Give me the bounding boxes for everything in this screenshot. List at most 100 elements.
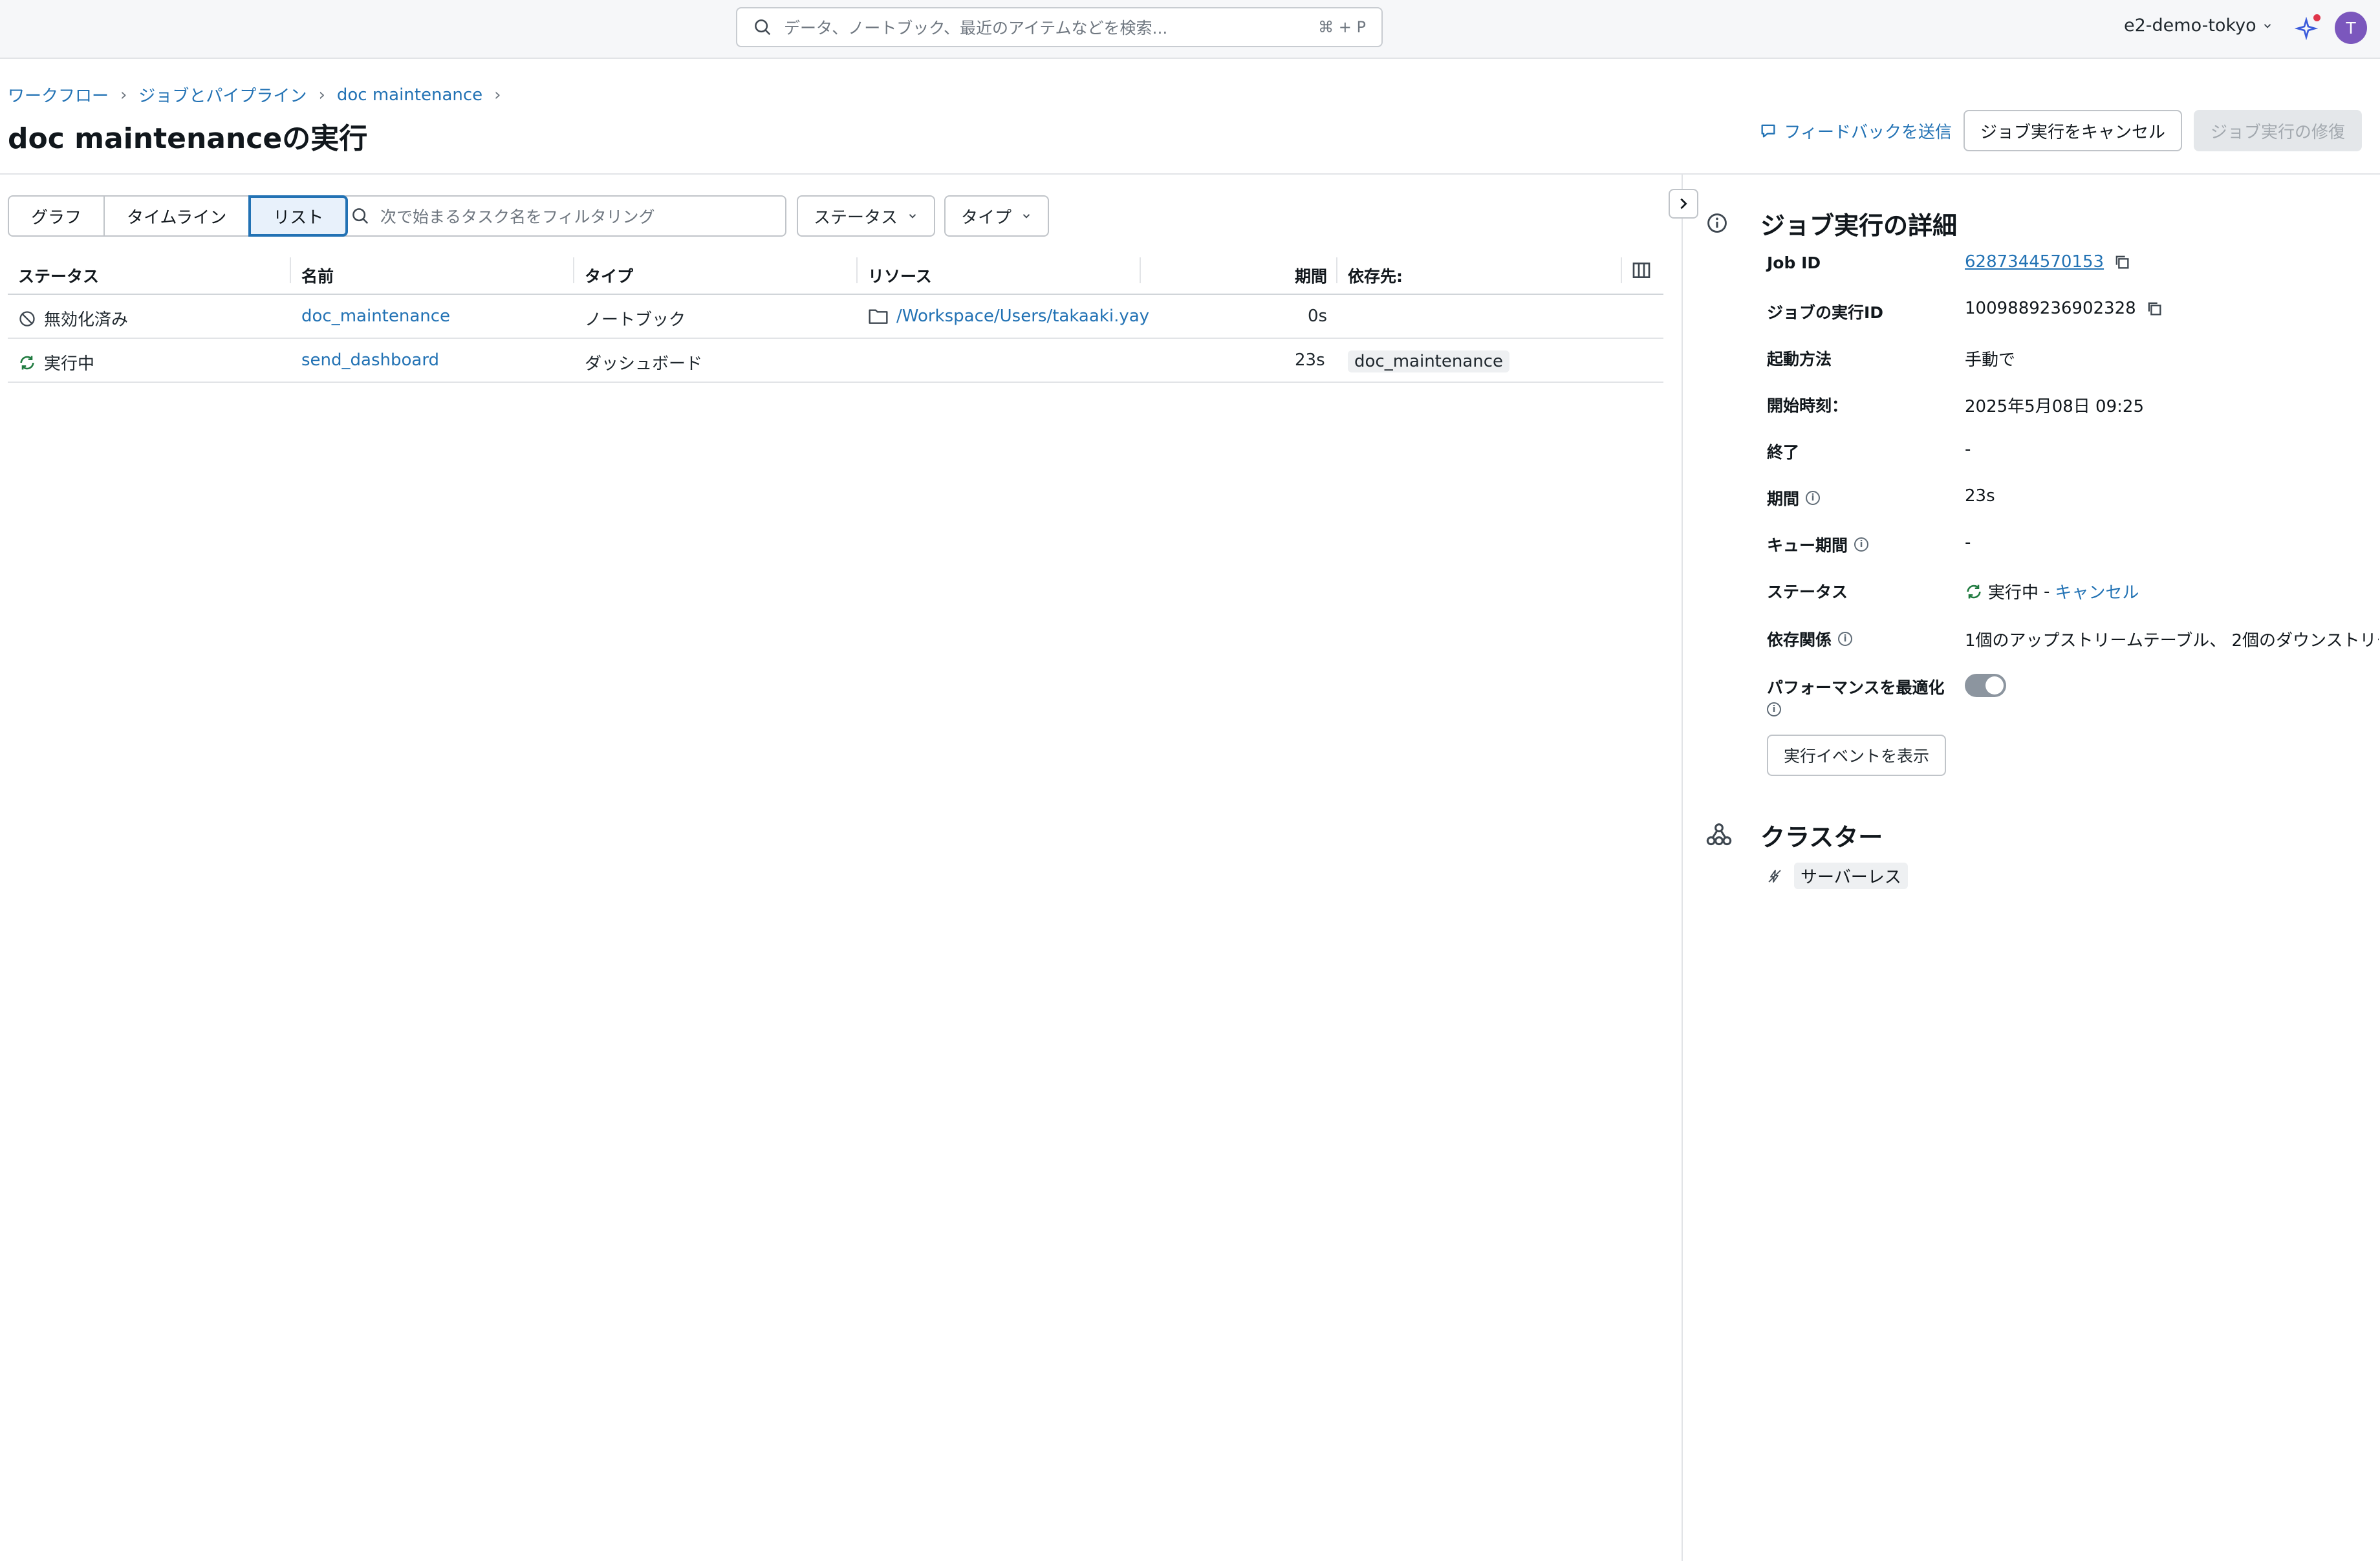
info-icon <box>1707 213 1727 233</box>
disabled-icon <box>19 310 35 327</box>
app-root: データ、ノートブック、最近のアイテムなどを検索... ⌘ + P e2-demo… <box>0 0 2380 1561</box>
end-time-label: 終了 <box>1767 443 1800 462</box>
col-depends-on[interactable]: 依存先: <box>1348 264 1403 287</box>
performance-toggle-wrap <box>1965 674 2006 697</box>
header-divider <box>0 173 2380 175</box>
repair-job-run-button[interactable]: ジョブ実行の修復 <box>2193 110 2362 151</box>
breadcrumb-separator-icon: › <box>494 85 501 105</box>
info-icon[interactable]: i <box>1806 491 1821 505</box>
status-filter-dropdown[interactable]: ステータス <box>797 195 936 237</box>
job-id-label: Job ID <box>1767 253 1821 272</box>
search-icon <box>755 19 771 36</box>
search-icon <box>352 208 369 224</box>
column-divider[interactable] <box>1621 257 1622 283</box>
start-time-value: 2025年5月08日 09:25 <box>1965 397 2144 416</box>
column-divider[interactable] <box>573 257 574 283</box>
queue-duration-label-text: キュー期間 <box>1767 536 1848 555</box>
page-title: doc maintenanceの実行 <box>8 122 368 155</box>
cancel-run-link[interactable]: キャンセル <box>2055 579 2139 603</box>
dependency-tag: doc_maintenance <box>1348 350 1510 372</box>
table-row: 無効化済み doc_maintenance ノートブック /Workspace/… <box>8 295 1663 339</box>
duration-label: 期間 i <box>1767 486 1821 510</box>
table-header: ステータス 名前 タイプ リソース 期間 依存先: <box>8 252 1663 295</box>
tab-timeline[interactable]: タイムライン <box>103 195 250 237</box>
view-run-events-button[interactable]: 実行イベントを表示 <box>1767 735 1947 776</box>
dependencies-link[interactable]: 1個のアップストリームテーブル、 2個のダウンストリームテーブル <box>1965 627 2379 651</box>
chevron-right-icon <box>1680 198 1687 210</box>
col-status[interactable]: ステータス <box>18 264 99 287</box>
end-time-value: - <box>1965 440 1971 459</box>
trigger-value: 手動で <box>1965 350 2016 370</box>
task-type: ノートブック <box>585 310 686 330</box>
info-icon[interactable]: i <box>1854 537 1869 552</box>
start-time-label: 開始時刻： <box>1767 396 1848 415</box>
feedback-label: フィードバックを送信 <box>1784 122 1952 142</box>
status-separator: - <box>2044 581 2050 601</box>
task-duration: 23s <box>1295 350 1325 370</box>
col-resource[interactable]: リソース <box>868 264 932 287</box>
col-duration[interactable]: 期間 <box>1295 264 1327 287</box>
task-name-link[interactable]: doc_maintenance <box>301 307 450 326</box>
running-icon <box>20 356 34 369</box>
run-id-value: 1009889236902328 <box>1965 299 2163 318</box>
breadcrumb-jobs-pipelines[interactable]: ジョブとパイプライン <box>138 83 307 107</box>
cluster-title: クラスター <box>1760 823 1883 852</box>
task-resource[interactable]: /Workspace/Users/takaaki.yay <box>868 307 1149 326</box>
view-tabs: グラフ タイムライン リスト <box>8 195 349 237</box>
collapse-panel-button[interactable] <box>1669 189 1698 219</box>
duration-label-text: 期間 <box>1767 490 1800 508</box>
avatar[interactable]: T <box>2335 12 2367 44</box>
tab-list[interactable]: リスト <box>248 195 349 237</box>
info-icon[interactable]: i <box>1767 702 1781 716</box>
panel-divider[interactable] <box>1682 175 1683 1561</box>
performance-label-text: パフォーマンスを最適化 <box>1767 678 1945 697</box>
column-divider[interactable] <box>290 257 291 283</box>
col-type[interactable]: タイプ <box>585 264 633 287</box>
info-icon[interactable]: i <box>1838 632 1853 646</box>
cluster-icon <box>1706 823 1732 846</box>
running-icon <box>1967 585 1981 598</box>
duration-value: 23s <box>1965 486 1995 506</box>
status-text: 実行中 <box>1988 583 2039 603</box>
global-search-input[interactable]: データ、ノートブック、最近のアイテムなどを検索... ⌘ + P <box>736 7 1383 47</box>
table-row: 実行中 send_dashboard ダッシュボード 23s doc_maint… <box>8 339 1663 383</box>
tab-graph[interactable]: グラフ <box>8 195 105 237</box>
cancel-job-run-button[interactable]: ジョブ実行をキャンセル <box>1963 110 2182 151</box>
performance-toggle[interactable] <box>1965 674 2006 697</box>
feedback-link[interactable]: フィードバックを送信 <box>1759 119 1952 143</box>
task-filter-input[interactable]: 次で始まるタスク名をフィルタリング <box>334 195 786 237</box>
columns-icon[interactable] <box>1631 260 1652 281</box>
breadcrumb-separator-icon: › <box>120 85 127 105</box>
column-divider[interactable] <box>1140 257 1141 283</box>
column-divider[interactable] <box>1336 257 1337 283</box>
task-filter-placeholder: 次で始まるタスク名をフィルタリング <box>380 208 655 226</box>
col-name[interactable]: 名前 <box>301 264 334 287</box>
workspace-switcher[interactable]: e2-demo-tokyo <box>2124 16 2273 36</box>
dependencies-label-text: 依存関係 <box>1767 630 1832 649</box>
task-resource-path[interactable]: /Workspace/Users/takaaki.yay <box>896 307 1149 326</box>
chevron-down-icon <box>2264 23 2271 28</box>
copy-icon[interactable] <box>2145 299 2163 318</box>
type-filter-label: タイプ <box>961 208 1012 228</box>
folder-icon <box>869 309 888 324</box>
column-divider[interactable] <box>856 257 858 283</box>
queue-duration-value: - <box>1965 533 1971 552</box>
row-status-label: 実行中 <box>44 354 95 374</box>
row-status: 実行中 <box>18 350 94 374</box>
type-filter-dropdown[interactable]: タイプ <box>944 195 1050 237</box>
status-filter-label: ステータス <box>814 208 898 228</box>
job-id-link[interactable]: 6287344570153 <box>1965 252 2104 272</box>
status-value: 実行中 - キャンセル <box>1965 579 2139 603</box>
copy-icon[interactable] <box>2113 253 2131 271</box>
task-name-link[interactable]: send_dashboard <box>301 350 439 370</box>
status-label: ステータス <box>1767 583 1848 601</box>
run-id-text: 1009889236902328 <box>1965 299 2136 318</box>
assistant-sparkle-icon[interactable] <box>2295 14 2320 40</box>
breadcrumb-workflows[interactable]: ワークフロー <box>8 83 109 107</box>
breadcrumb-job[interactable]: doc maintenance <box>337 85 482 105</box>
trigger-label: 起動方法 <box>1767 350 1832 369</box>
chevron-down-icon <box>909 214 916 219</box>
task-table: ステータス 名前 タイプ リソース 期間 依存先: 無効化済み doc_main… <box>8 252 1663 383</box>
run-details-title: ジョブ実行の詳細 <box>1760 211 1958 240</box>
search-shortcut: ⌘ + P <box>1318 18 1366 36</box>
